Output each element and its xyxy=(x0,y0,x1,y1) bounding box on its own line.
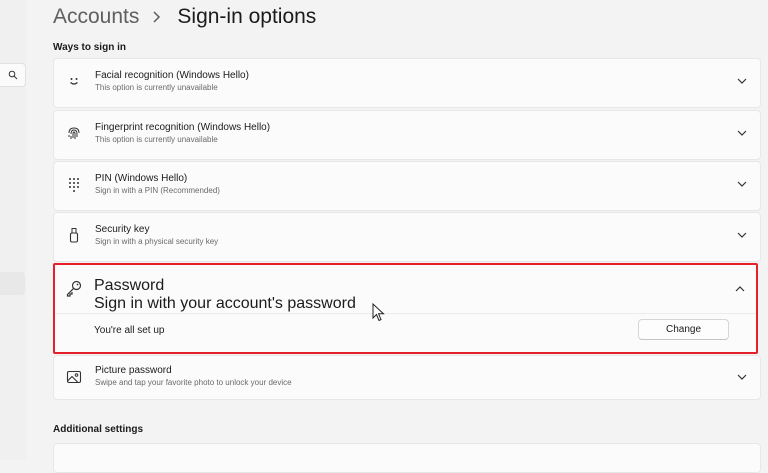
option-description: Sign in with a physical security key xyxy=(95,237,219,246)
additional-settings-card[interactable] xyxy=(53,443,761,473)
option-security-key[interactable]: Security key Sign in with a physical sec… xyxy=(53,212,761,262)
page-title: Sign-in options xyxy=(177,5,317,28)
option-facial-recognition[interactable]: Facial recognition (Windows Hello) This … xyxy=(53,58,761,108)
option-title: PIN (Windows Hello) xyxy=(95,173,188,184)
option-title: Fingerprint recognition (Windows Hello) xyxy=(95,122,271,133)
chevron-down-icon[interactable] xyxy=(736,178,748,190)
chevron-down-icon[interactable] xyxy=(736,127,748,139)
search-box[interactable] xyxy=(0,63,26,87)
option-fingerprint-recognition[interactable]: Fingerprint recognition (Windows Hello) … xyxy=(53,110,761,160)
chevron-down-icon[interactable] xyxy=(736,75,748,87)
option-description: Swipe and tap your favorite photo to unl… xyxy=(95,378,292,387)
option-title: Security key xyxy=(95,224,150,235)
option-title: Picture password xyxy=(95,365,172,376)
picture-icon xyxy=(66,370,82,384)
option-pin[interactable]: PIN (Windows Hello) Sign in with a PIN (… xyxy=(53,161,761,211)
usb-key-icon xyxy=(69,228,79,243)
search-icon xyxy=(8,70,17,80)
option-description: This option is currently unavailable xyxy=(95,135,218,144)
face-icon xyxy=(70,78,78,85)
fingerprint-icon xyxy=(68,127,80,139)
highlight-box xyxy=(53,263,758,354)
section-title-ways: Ways to sign in xyxy=(53,42,126,53)
breadcrumb: Accounts Sign-in options xyxy=(53,2,316,32)
chevron-down-icon[interactable] xyxy=(736,229,748,241)
pin-keypad-icon xyxy=(69,178,79,192)
nav-item-selected[interactable] xyxy=(0,272,25,295)
option-description: This option is currently unavailable xyxy=(95,83,218,92)
chevron-down-icon[interactable] xyxy=(736,371,748,383)
breadcrumb-accounts[interactable]: Accounts xyxy=(53,5,139,29)
option-description: Sign in with a PIN (Recommended) xyxy=(95,186,220,195)
option-title: Facial recognition (Windows Hello) xyxy=(95,70,249,81)
chevron-right-icon xyxy=(153,11,161,23)
section-title-additional: Additional settings xyxy=(53,424,143,435)
mouse-pointer-icon xyxy=(372,303,385,322)
option-picture-password[interactable]: Picture password Swipe and tap your favo… xyxy=(53,355,761,400)
